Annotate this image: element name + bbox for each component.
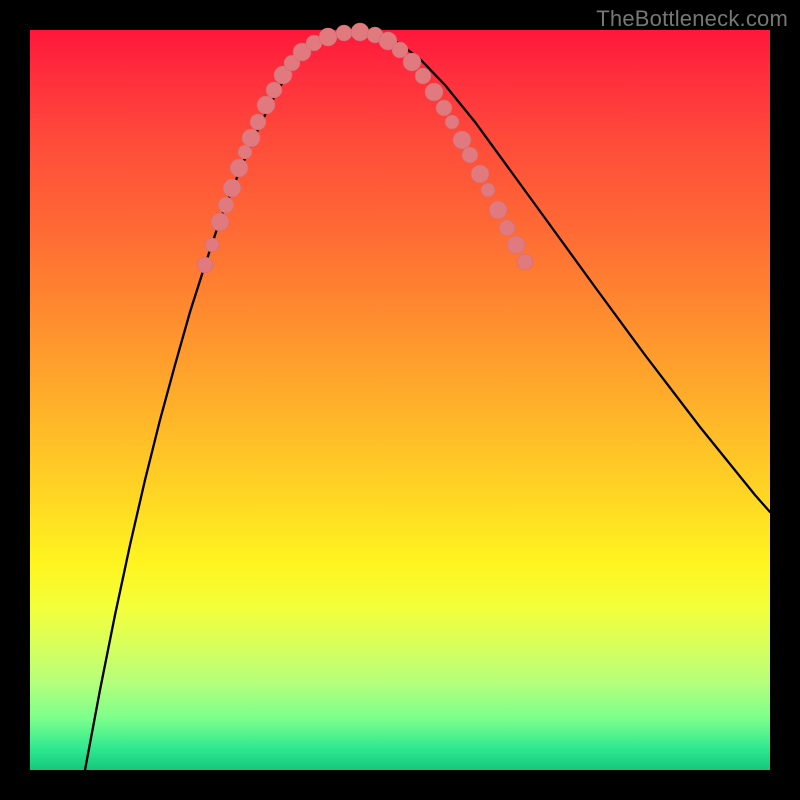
curve-marker (415, 68, 431, 84)
curve-marker (223, 179, 241, 197)
curve-marker (403, 53, 421, 71)
curve-marker (453, 131, 471, 149)
curve-marker (257, 96, 275, 114)
curve-markers (197, 23, 533, 273)
curve-marker (517, 254, 533, 270)
chart-frame: TheBottleneck.com (0, 0, 800, 800)
curve-marker (230, 159, 248, 177)
watermark-text: TheBottleneck.com (596, 6, 788, 32)
curve-marker (471, 165, 489, 183)
curve-svg (30, 30, 770, 770)
curve-marker (481, 183, 495, 197)
curve-marker (425, 83, 443, 101)
plot-area (30, 30, 770, 770)
curve-marker (499, 220, 515, 236)
curve-marker (319, 28, 337, 46)
curve-marker (489, 201, 507, 219)
curve-marker (462, 147, 478, 163)
curve-marker (436, 100, 452, 116)
curve-marker (351, 23, 369, 41)
curve-marker (250, 114, 266, 130)
curve-marker (266, 82, 282, 98)
curve-marker (336, 25, 352, 41)
curve-marker (242, 129, 260, 147)
curve-marker (205, 238, 219, 252)
curve-marker (197, 257, 213, 273)
curve-marker (507, 236, 525, 254)
curve-marker (218, 197, 234, 213)
bottleneck-curve (85, 31, 770, 770)
curve-marker (445, 115, 459, 129)
curve-marker (211, 213, 229, 231)
